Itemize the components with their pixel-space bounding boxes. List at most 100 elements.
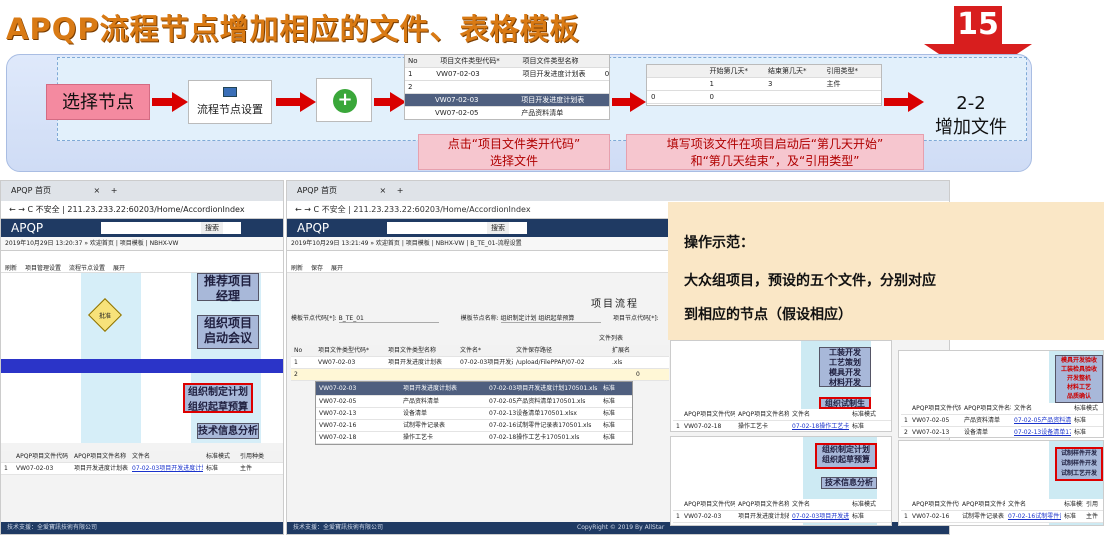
header-cell: APQP项目文件名称: [962, 501, 1005, 508]
tab-nbhx[interactable]: NBHX-VW: [436, 240, 465, 247]
file-link[interactable]: 07-02-03项目开发进度计划1: [129, 463, 203, 474]
file-table: APQP项目文件代码 APQP项目文件名称 文件名 标准模式 1 VW07-02-18 操…: [673, 409, 891, 431]
day-range-table: 开始第几天* 结束第几天* 引用类型* 1 3 主件 00: [646, 64, 882, 106]
add-row-button[interactable]: +: [316, 78, 372, 122]
flow-node[interactable]: 组织制定计划 组织起草预算: [183, 383, 253, 413]
option-name: 产品资料清单: [521, 109, 564, 117]
file-link[interactable]: 07-02-18操作工艺卡170501: [789, 421, 849, 431]
flow-node: 组织制定计划 组织起草预算: [815, 443, 877, 469]
tab-nbhx[interactable]: NBHX-VW: [150, 240, 179, 247]
browser-tab[interactable]: APQP 首页 × +: [1, 181, 283, 201]
option-name: 项目开发进度计划表: [521, 96, 585, 104]
file-list-label: 文件列表: [599, 335, 624, 342]
expand-button[interactable]: 展开: [331, 251, 343, 272]
option-mode: 标准: [603, 385, 616, 392]
dropdown-option[interactable]: VW07-02-05 产品资料清单: [405, 107, 609, 119]
dropdown-option-selected[interactable]: VW07-02-03 项目开发进度计划表 07-02-03项目开发进度计划17050…: [316, 382, 632, 396]
template-code-field[interactable]: B_TE_01: [338, 315, 439, 323]
dropdown-option[interactable]: VW07-02-13 设备清单 07-02-13设备清单170501.xlsx 标准: [316, 408, 632, 420]
close-icon[interactable]: ×: [94, 186, 101, 195]
end-day-field[interactable]: 0: [706, 91, 765, 104]
step-label: 2-2 增加文件: [920, 92, 1022, 140]
demo-shot-2: 模具开发验收 工装检具验收 开发整机 材料工艺 品质确认 APQP项目文件代码A…: [898, 350, 1104, 438]
reference-type-field[interactable]: 主件: [823, 78, 882, 91]
table-cell: VW07-02-03: [16, 465, 54, 472]
note-line: 选择文件: [489, 154, 538, 168]
header-cell: 标准模式: [852, 411, 877, 418]
table-row[interactable]: 1 VW07-02-03 项目开发进度计划表07-02-03项目开发进度计划标准: [673, 511, 891, 523]
forward-icon[interactable]: →: [18, 205, 25, 214]
expand-button[interactable]: 展开: [113, 251, 125, 272]
header-cell: APQP项目文件名称: [738, 411, 789, 418]
refresh-button[interactable]: 刷新: [291, 251, 303, 272]
table-cell: 项目开发进度计划表: [74, 465, 129, 472]
table-row[interactable]: 1 VW07-02-03 项目开发进度计划表 07: [405, 68, 609, 81]
table-header: No 项目文件类型代码* 项目文件类型名称: [405, 55, 609, 68]
option-code: VW07-02-16: [319, 422, 357, 429]
dropdown-option[interactable]: VW07-02-16 试制零件记录表 07-02-16试制零件记录表170501.x…: [316, 420, 632, 432]
dropdown-option[interactable]: VW07-02-05 产品资料清单 07-02-05产品资料清单170501.xls…: [316, 396, 632, 408]
table-row[interactable]: 1 VW07-02-03 项目开发进度计划表07-02-03项目开发进度计划1标准 主…: [1, 463, 283, 475]
close-icon[interactable]: ×: [380, 186, 387, 195]
template-name-field[interactable]: 组织制定计划 组织起草预算: [500, 313, 601, 323]
start-day-field[interactable]: 0: [647, 91, 706, 104]
tab-welcome[interactable]: 欢迎首页: [90, 240, 114, 247]
date-text: 2019年10月29日 13:21:49: [291, 240, 369, 247]
node-setting-button[interactable]: 流程节点设置: [188, 80, 272, 124]
dropdown-option-selected[interactable]: VW07-02-03 项目开发进度计划表: [405, 94, 609, 107]
flow-node: 技术信息分析: [821, 477, 877, 489]
table-row[interactable]: 2: [405, 81, 609, 94]
table-row[interactable]: 20: [291, 369, 669, 381]
flow-node[interactable]: 推荐项目 经理: [197, 273, 259, 303]
search-button[interactable]: 搜索: [201, 222, 223, 234]
option-name: 试制零件记录表: [403, 422, 446, 429]
dropdown-option[interactable]: VW07-02-18 操作工艺卡 07-02-18操作工艺卡170501.xls 标准: [316, 432, 632, 444]
start-day-field[interactable]: 1: [706, 78, 765, 91]
tab-welcome[interactable]: 欢迎首页: [376, 240, 400, 247]
table-row[interactable]: 1 VW07-02-16 试制零件记录表07-02-16试制零件记录表170标准 主件: [901, 511, 1103, 523]
address-bar[interactable]: ← → C 不安全 | 211.23.233.22:60203/Home/Acc…: [1, 201, 283, 219]
demo-line: 到相应的节点（假设相应）: [684, 307, 852, 323]
table-cell[interactable]: VW07-02-03: [315, 357, 385, 368]
plus-icon: +: [333, 89, 357, 113]
node-setting-button[interactable]: 流程节点设置: [69, 251, 105, 272]
table-row[interactable]: 1 VW07-02-03 项目开发进度计划表 07-02-03项目开发进/upload…: [291, 357, 669, 369]
tab-template[interactable]: 项目模板: [120, 240, 144, 247]
file-link[interactable]: 07-02-05产品资料清单1705: [1011, 415, 1071, 426]
table-cell: 标准: [852, 423, 865, 430]
page-heading: 项目流程: [591, 299, 639, 310]
footer-copyright: CopyRight © 2019 By AllStar: [577, 524, 665, 531]
table-cell: 主件: [1086, 513, 1099, 520]
table-cell: 试制零件记录表: [962, 513, 1005, 520]
project-setting-button[interactable]: 项目管理设置: [25, 251, 61, 272]
refresh-button[interactable]: 刷新: [5, 251, 17, 272]
file-link[interactable]: 07-02-03项目开发进度计划: [789, 511, 849, 522]
search-button[interactable]: 搜索: [487, 222, 509, 234]
row-number: 1: [904, 417, 908, 424]
end-day-field[interactable]: 3: [764, 78, 823, 91]
tab-flow-setting[interactable]: B_TE_01-流程设置: [470, 240, 521, 247]
table-row[interactable]: 00: [647, 91, 881, 104]
browser-tab[interactable]: APQP 首页 × +: [287, 181, 949, 201]
tab-template[interactable]: 项目模板: [406, 240, 430, 247]
header-cell: 项目文件类型代码*: [440, 57, 500, 65]
option-mode: 标准: [603, 422, 616, 429]
back-icon[interactable]: ←: [295, 205, 302, 214]
forward-icon[interactable]: →: [304, 205, 311, 214]
table-row[interactable]: 1 3 主件: [647, 78, 881, 91]
file-table: APQP项目文件代码 APQP项目文件名称 文件名 标准模式 1 VW07-02-03 项…: [673, 499, 891, 523]
table-row[interactable]: 1 VW07-02-05 产品资料清单 07-02-05产品资料清单1705标准: [901, 415, 1103, 427]
new-tab-icon[interactable]: +: [111, 186, 118, 195]
table-row[interactable]: 1 VW07-02-18 操作工艺卡 07-02-18操作工艺卡170501标准: [673, 421, 891, 431]
new-tab-icon[interactable]: +: [397, 186, 404, 195]
table-row[interactable]: 2 VW07-02-13 设备清单 07-02-13设备清单170501标准: [901, 427, 1103, 437]
flow-node[interactable]: 技术信息分析: [197, 423, 259, 439]
file-link[interactable]: 07-02-13设备清单170501: [1011, 427, 1071, 437]
reload-icon[interactable]: C: [28, 205, 34, 214]
row-number: 1: [904, 513, 908, 520]
back-icon[interactable]: ←: [9, 205, 16, 214]
save-button[interactable]: 保存: [311, 251, 323, 272]
flow-node[interactable]: 组织项目 启动会议: [197, 315, 259, 349]
reload-icon[interactable]: C: [314, 205, 320, 214]
file-link[interactable]: 07-02-16试制零件记录表170: [1005, 511, 1061, 522]
